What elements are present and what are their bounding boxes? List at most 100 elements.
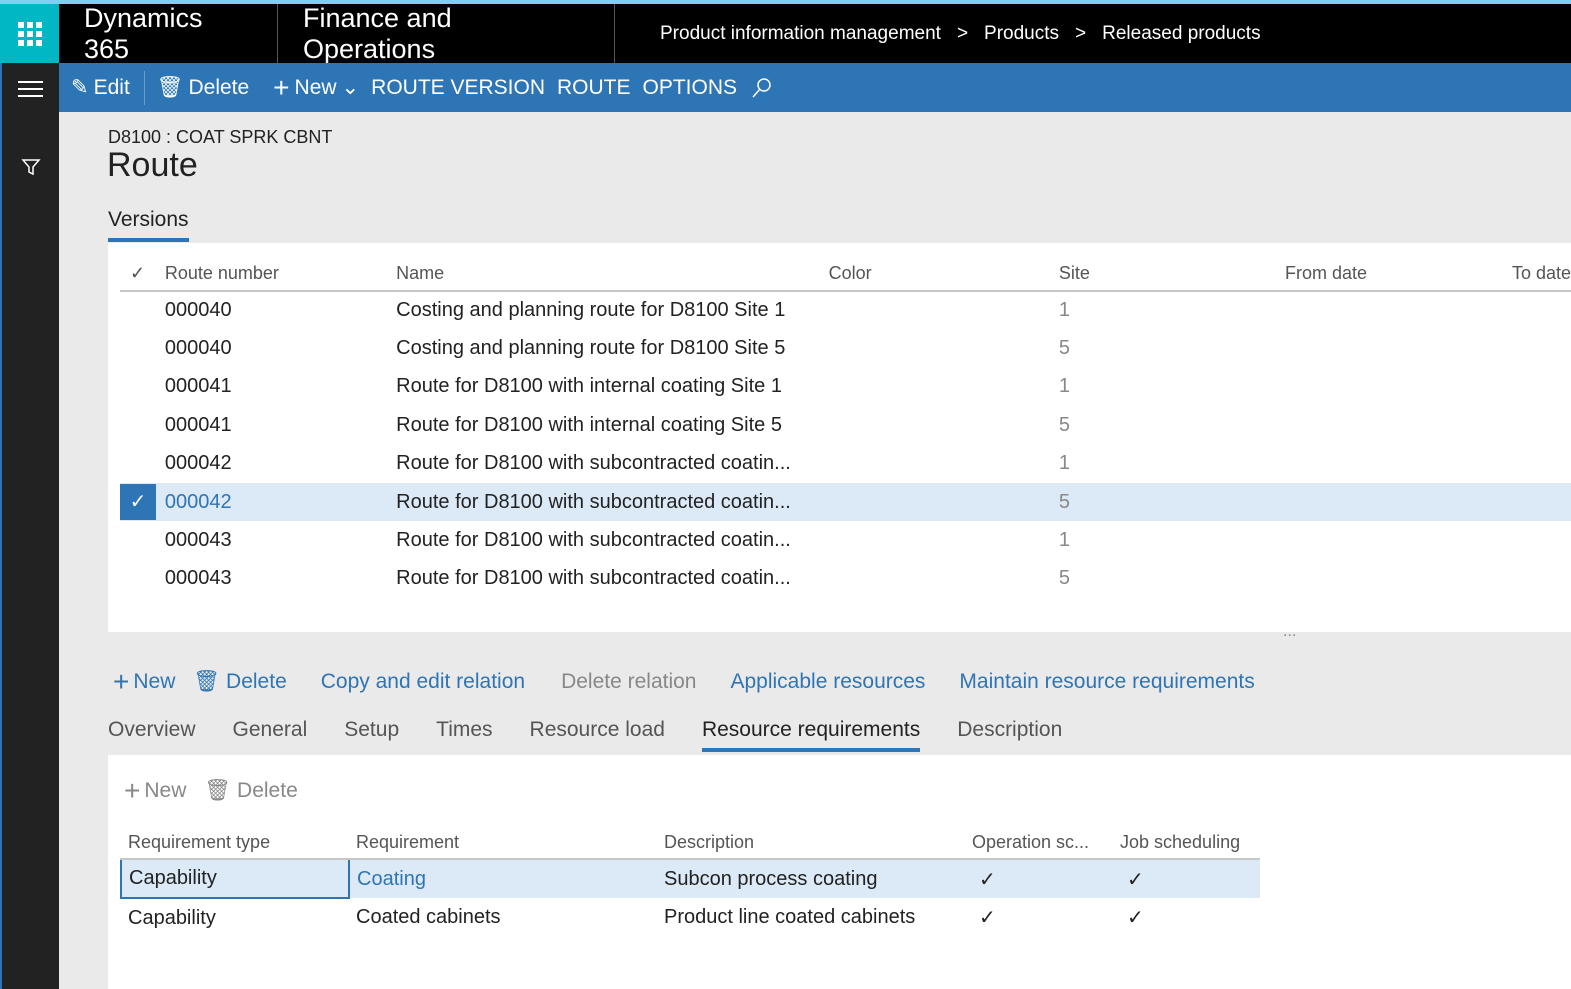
from-date-cell[interactable] xyxy=(1281,368,1508,406)
row-checkbox[interactable] xyxy=(120,560,165,598)
color-cell[interactable] xyxy=(829,291,1055,329)
new-operation-button[interactable]: New xyxy=(133,670,175,694)
to-date-cell[interactable] xyxy=(1508,445,1571,483)
hamburger-menu-icon[interactable] xyxy=(18,81,43,97)
maintain-resource-requirements-button[interactable]: Maintain resource requirements xyxy=(959,670,1254,694)
col-name[interactable]: Name xyxy=(392,243,829,292)
table-row[interactable]: 000042 Route for D8100 with subcontracte… xyxy=(120,445,1571,483)
app-name[interactable]: Dynamics 365 xyxy=(59,3,278,64)
name-cell[interactable]: Route for D8100 with subcontracted coati… xyxy=(392,521,828,559)
delete-button[interactable]: 🗑 Delete xyxy=(157,76,249,100)
col-site[interactable]: Site xyxy=(1054,243,1282,292)
row-checkbox[interactable] xyxy=(120,329,165,367)
description-cell[interactable]: Subcon process coating xyxy=(657,859,965,898)
site-cell[interactable]: 1 xyxy=(1055,368,1281,406)
site-cell[interactable]: 1 xyxy=(1055,291,1281,329)
new-requirement-button[interactable]: New xyxy=(144,779,186,803)
col-job-scheduling[interactable]: Job scheduling xyxy=(1113,817,1260,860)
search-icon[interactable] xyxy=(749,76,773,100)
col-requirement-type[interactable]: Requirement type xyxy=(121,817,349,860)
module-name[interactable]: Finance and Operations xyxy=(278,3,615,64)
name-cell[interactable]: Costing and planning route for D8100 Sit… xyxy=(392,291,828,329)
from-date-cell[interactable] xyxy=(1281,291,1508,329)
color-cell[interactable] xyxy=(829,329,1055,367)
table-row[interactable]: 000043 Route for D8100 with subcontracte… xyxy=(120,560,1571,598)
col-description[interactable]: Description xyxy=(657,817,965,860)
tab-route-version[interactable]: ROUTE VERSION xyxy=(371,76,545,100)
to-date-cell[interactable] xyxy=(1508,329,1571,367)
to-date-cell[interactable] xyxy=(1508,406,1571,444)
name-cell[interactable]: Route for D8100 with internal coating Si… xyxy=(392,368,828,406)
col-requirement[interactable]: Requirement xyxy=(349,817,657,860)
route-number-cell[interactable]: 000043 xyxy=(165,521,392,559)
color-cell[interactable] xyxy=(829,560,1055,598)
edit-button[interactable]: ✎ Edit xyxy=(71,75,130,100)
color-cell[interactable] xyxy=(829,483,1055,521)
to-date-cell[interactable] xyxy=(1508,521,1571,559)
name-cell[interactable]: Route for D8100 with internal coating Si… xyxy=(392,406,828,444)
section-versions[interactable]: Versions xyxy=(108,208,189,242)
to-date-cell[interactable] xyxy=(1508,560,1571,598)
to-date-cell[interactable] xyxy=(1508,368,1571,406)
more-icon[interactable]: ... xyxy=(1283,623,1296,641)
row-checkbox[interactable]: ✓ xyxy=(120,483,165,521)
col-to-date[interactable]: To date xyxy=(1507,243,1571,292)
tab-options[interactable]: OPTIONS xyxy=(643,76,738,100)
route-number-cell[interactable]: 000041 xyxy=(165,406,392,444)
requirement-type-cell[interactable]: Capability xyxy=(120,858,350,899)
breadcrumb-item[interactable]: Released products xyxy=(1102,23,1260,45)
copy-edit-relation-button[interactable]: Copy and edit relation xyxy=(321,670,525,694)
name-cell[interactable]: Route for D8100 with subcontracted coati… xyxy=(392,483,828,521)
applicable-resources-button[interactable]: Applicable resources xyxy=(730,670,925,694)
table-row[interactable]: 000040 Costing and planning route for D8… xyxy=(120,329,1571,367)
name-cell[interactable]: Costing and planning route for D8100 Sit… xyxy=(392,329,828,367)
route-number-cell[interactable]: 000042 xyxy=(165,445,392,483)
color-cell[interactable] xyxy=(829,406,1055,444)
tab-route[interactable]: ROUTE xyxy=(557,76,631,100)
job-scheduling-checkbox[interactable]: ✓ xyxy=(1113,898,1260,937)
site-cell[interactable]: 5 xyxy=(1055,560,1281,598)
delete-relation-button[interactable]: Delete relation xyxy=(561,670,696,694)
tab-general[interactable]: General xyxy=(233,718,308,752)
route-number-cell[interactable]: 000040 xyxy=(165,291,392,329)
site-cell[interactable]: 1 xyxy=(1055,445,1281,483)
tab-overview[interactable]: Overview xyxy=(108,718,196,752)
col-from-date[interactable]: From date xyxy=(1281,243,1508,292)
delete-requirement-button[interactable]: Delete xyxy=(237,779,298,803)
col-route-number[interactable]: Route number xyxy=(164,243,393,292)
table-row[interactable]: Capability Coated cabinets Product line … xyxy=(121,898,1260,937)
to-date-cell[interactable] xyxy=(1508,483,1571,521)
delete-operation-button[interactable]: Delete xyxy=(226,670,287,694)
requirement-cell[interactable]: Coating xyxy=(349,859,657,898)
row-checkbox[interactable] xyxy=(120,291,165,329)
row-checkbox[interactable] xyxy=(120,521,165,559)
from-date-cell[interactable] xyxy=(1281,560,1508,598)
select-all-checkbox[interactable]: ✓ xyxy=(120,243,165,292)
table-row[interactable]: 000041 Route for D8100 with internal coa… xyxy=(120,406,1571,444)
requirement-cell[interactable]: Coated cabinets xyxy=(349,898,657,937)
site-cell[interactable]: 1 xyxy=(1055,521,1281,559)
breadcrumb-item[interactable]: Products xyxy=(984,23,1059,45)
operation-scheduling-checkbox[interactable]: ✓ xyxy=(965,898,1113,937)
name-cell[interactable]: Route for D8100 with subcontracted coati… xyxy=(392,445,828,483)
tab-setup[interactable]: Setup xyxy=(344,718,399,752)
row-checkbox[interactable] xyxy=(120,406,165,444)
table-row[interactable]: 000043 Route for D8100 with subcontracte… xyxy=(120,521,1571,559)
filter-icon[interactable] xyxy=(21,157,41,182)
from-date-cell[interactable] xyxy=(1281,445,1508,483)
app-launcher-icon[interactable] xyxy=(0,4,59,63)
col-color[interactable]: Color xyxy=(828,243,1055,292)
color-cell[interactable] xyxy=(829,445,1055,483)
color-cell[interactable] xyxy=(829,368,1055,406)
to-date-cell[interactable] xyxy=(1508,291,1571,329)
route-number-cell[interactable]: 000040 xyxy=(165,329,392,367)
col-operation-scheduling[interactable]: Operation sc... xyxy=(965,817,1113,860)
table-row[interactable]: 000040 Costing and planning route for D8… xyxy=(120,291,1571,329)
site-cell[interactable]: 5 xyxy=(1055,406,1281,444)
requirement-type-cell[interactable]: Capability xyxy=(121,898,349,937)
from-date-cell[interactable] xyxy=(1281,406,1508,444)
from-date-cell[interactable] xyxy=(1281,483,1508,521)
route-number-cell[interactable]: 000041 xyxy=(165,368,392,406)
job-scheduling-checkbox[interactable]: ✓ xyxy=(1113,859,1260,898)
name-cell[interactable]: Route for D8100 with subcontracted coati… xyxy=(392,560,828,598)
